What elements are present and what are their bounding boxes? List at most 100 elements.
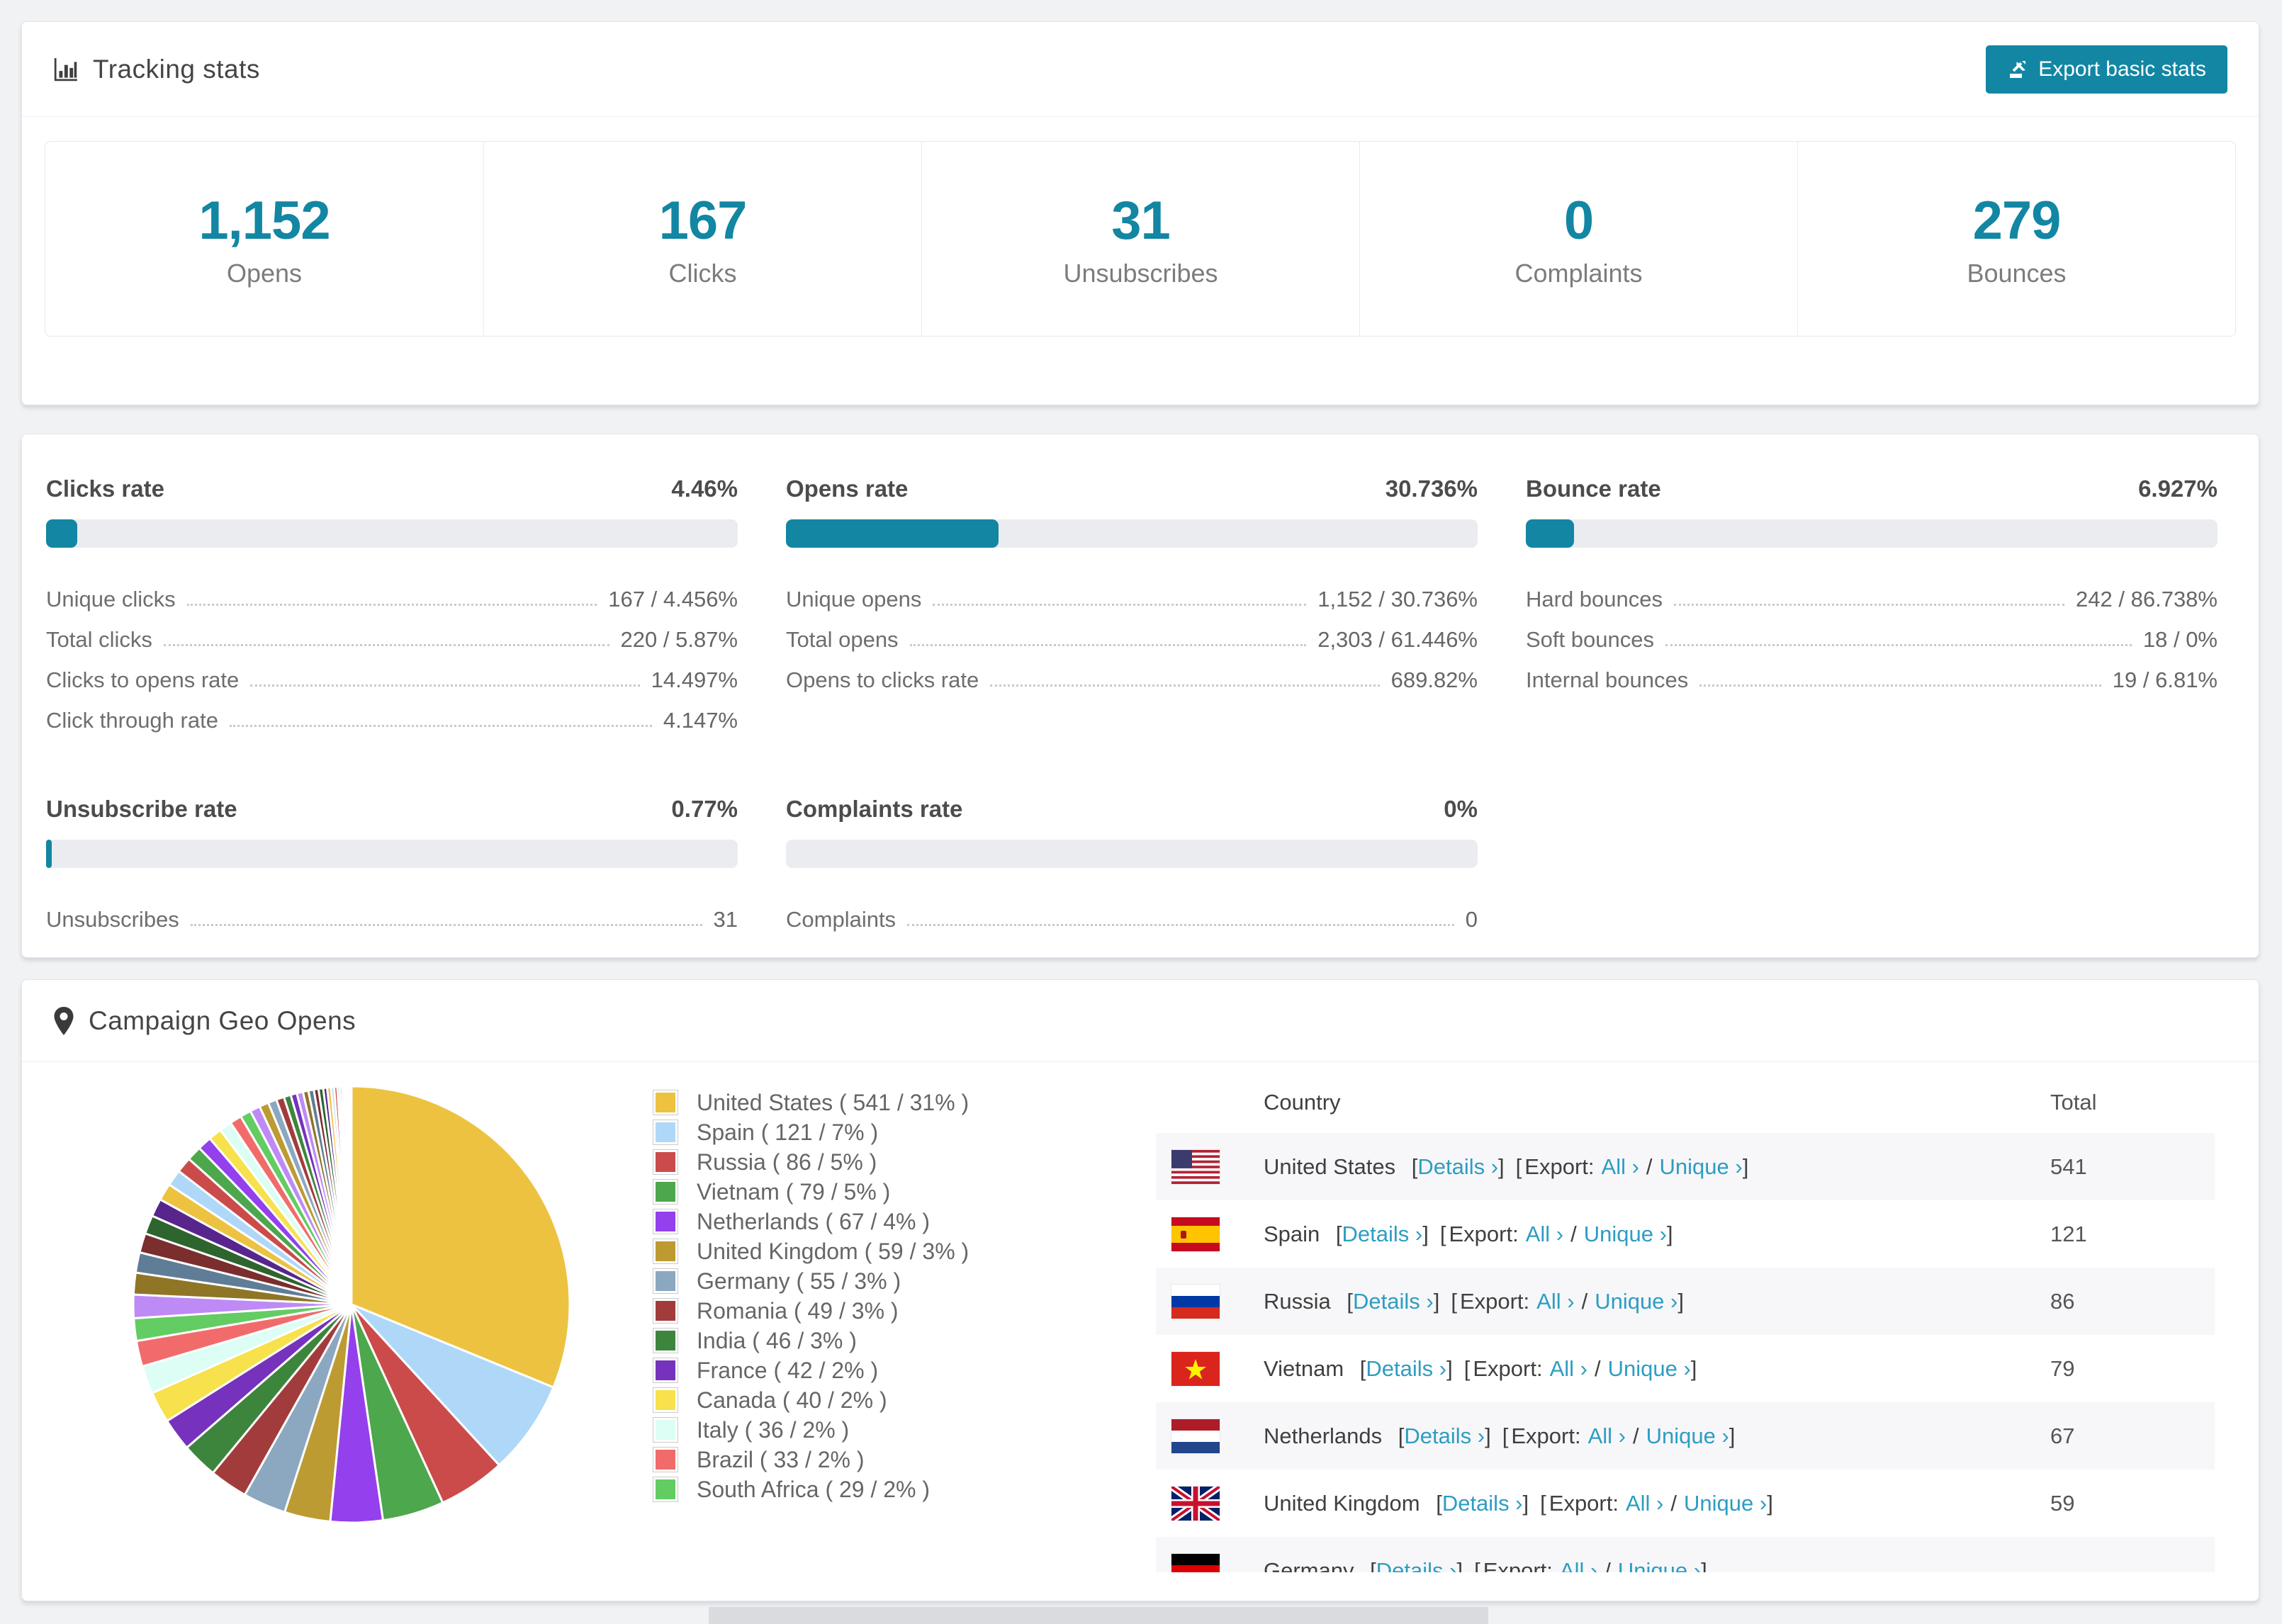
legend-item: France ( 42 / 2% ) <box>653 1357 969 1383</box>
rate-rows: Hard bounces 242 / 86.738% Soft bounces … <box>1526 572 2218 693</box>
bracket: [ <box>1335 1221 1342 1246</box>
rate-row-label: Soft bounces <box>1526 627 1654 652</box>
export-icon <box>2007 59 2028 80</box>
rates-grid: Clicks rate 4.46% Unique clicks 167 / 4.… <box>22 434 2259 932</box>
legend-item: Italy ( 36 / 2% ) <box>653 1417 969 1443</box>
bracket: ] <box>1729 1423 1736 1448</box>
rate-rows: Unsubscribes 31 <box>46 892 738 932</box>
legend-item: Brazil ( 33 / 2% ) <box>653 1447 969 1472</box>
country-name: United States <box>1264 1154 1402 1179</box>
rate-progress-bar <box>786 840 1478 868</box>
rate-progress-bar <box>46 519 738 548</box>
rate-row: Complaints 0 <box>786 892 1478 932</box>
details-link[interactable]: Details › <box>1342 1222 1423 1246</box>
stat-value: 0 <box>1563 190 1594 251</box>
rate-value: 6.927% <box>2138 475 2218 502</box>
rate-panel: Unsubscribe rate 0.77% Unsubscribes 31 <box>46 796 738 932</box>
export-unique-link[interactable]: Unique › <box>1618 1558 1701 1573</box>
rate-progress-fill <box>1526 519 1574 548</box>
legend-label: United States ( 541 / 31% ) <box>697 1089 969 1115</box>
legend-swatch <box>653 1417 678 1443</box>
pie-legend: United States ( 541 / 31% ) Spain ( 121 … <box>653 1090 969 1507</box>
export-all-link[interactable]: All › <box>1550 1356 1587 1381</box>
rate-row: Internal bounces 19 / 6.81% <box>1526 653 2218 693</box>
details-link[interactable]: Details › <box>1353 1289 1434 1314</box>
export-unique-link[interactable]: Unique › <box>1660 1154 1743 1179</box>
tracking-title: Tracking stats <box>93 54 260 84</box>
export-all-link[interactable]: All › <box>1560 1558 1597 1573</box>
bracket: ] <box>1446 1355 1453 1381</box>
rate-row: Unique opens 1,152 / 30.736% <box>786 572 1478 612</box>
export-unique-link[interactable]: Unique › <box>1584 1222 1667 1246</box>
geo-table-body: United States [Details ›][Export: All › / U… <box>1156 1133 2215 1572</box>
table-row: Russia [Details ›][Export: All › / Unique ›… <box>1156 1268 2215 1335</box>
legend-item: Spain ( 121 / 7% ) <box>653 1120 969 1145</box>
export-all-link[interactable]: All › <box>1602 1154 1639 1179</box>
stat-value: 167 <box>658 190 748 251</box>
details-link[interactable]: Details › <box>1376 1558 1457 1573</box>
country-name: Spain <box>1264 1221 1326 1246</box>
rate-panel: Opens rate 30.736% Unique opens 1,152 / … <box>786 475 1478 733</box>
export-basic-stats-button[interactable]: Export basic stats <box>1986 45 2227 94</box>
legend-item: Netherlands ( 67 / 4% ) <box>653 1209 969 1234</box>
legend-label: Romania ( 49 / 3% ) <box>697 1297 899 1324</box>
bracket: ] <box>1666 1221 1673 1246</box>
bracket: ] <box>1422 1221 1429 1246</box>
stat-label: Complaints <box>1514 258 1643 288</box>
rate-panel-header: Opens rate 30.736% <box>786 475 1478 502</box>
country-flag <box>1171 1217 1264 1251</box>
rate-value: 30.736% <box>1385 475 1478 502</box>
export-all-link[interactable]: All › <box>1536 1289 1574 1314</box>
geo-content: United States ( 541 / 31% ) Spain ( 121 … <box>22 1062 2259 1575</box>
legend-label: United Kingdom ( 59 / 3% ) <box>697 1238 969 1264</box>
legend-item: United States ( 541 / 31% ) <box>653 1090 969 1115</box>
slash-separator: / <box>1570 1221 1577 1246</box>
rate-row-value: 19 / 6.81% <box>2112 667 2218 692</box>
country-column-header: Country <box>1264 1090 1341 1115</box>
bracket: [ <box>1515 1154 1522 1179</box>
export-unique-link[interactable]: Unique › <box>1608 1356 1691 1381</box>
stat-cell: 31 Unsubscribes <box>921 142 1359 336</box>
export-all-link[interactable]: All › <box>1588 1423 1626 1448</box>
export-unique-link[interactable]: Unique › <box>1646 1423 1729 1448</box>
rate-row-value: 167 / 4.456% <box>608 587 738 611</box>
export-all-link[interactable]: All › <box>1526 1222 1563 1246</box>
slash-separator: / <box>1594 1355 1601 1381</box>
legend-swatch <box>653 1179 678 1205</box>
export-unique-link[interactable]: Unique › <box>1684 1491 1767 1516</box>
rate-row: Unsubscribes 31 <box>46 892 738 932</box>
bracket: ] <box>1677 1288 1684 1314</box>
slash-separator: / <box>1670 1490 1677 1516</box>
rate-rows: Unique opens 1,152 / 30.736% Total opens… <box>786 572 1478 693</box>
legend-label: France ( 42 / 2% ) <box>697 1357 879 1383</box>
slash-separator: / <box>1581 1288 1588 1314</box>
details-link[interactable]: Details › <box>1442 1491 1523 1516</box>
details-link[interactable]: Details › <box>1404 1423 1485 1448</box>
bracket: ] <box>1522 1490 1529 1516</box>
rate-value: 0% <box>1444 796 1478 822</box>
legend-item: Canada ( 40 / 2% ) <box>653 1387 969 1413</box>
country-cell: Germany [Details ›][Export: All › / Unique … <box>1264 1558 2050 1573</box>
export-all-link[interactable]: All › <box>1626 1491 1663 1516</box>
bracket: [ <box>1474 1557 1480 1573</box>
dotted-leader <box>933 604 1307 606</box>
export-unique-link[interactable]: Unique › <box>1595 1289 1677 1314</box>
bracket: [ <box>1540 1490 1546 1516</box>
details-link[interactable]: Details › <box>1366 1356 1446 1381</box>
geo-title-wrap: Campaign Geo Opens <box>53 1006 356 1036</box>
rate-row: Unique clicks 167 / 4.456% <box>46 572 738 612</box>
stats-summary-row: 1,152 Opens 167 Clicks 31 Unsubscribes 0… <box>45 141 2236 337</box>
total-cell: 121 <box>2050 1221 2087 1246</box>
details-link[interactable]: Details › <box>1417 1154 1498 1179</box>
rate-row-value: 220 / 5.87% <box>620 627 738 652</box>
country-flag <box>1171 1351 1264 1386</box>
country-name: Vietnam <box>1264 1355 1350 1381</box>
rates-card: Clicks rate 4.46% Unique clicks 167 / 4.… <box>21 434 2259 958</box>
legend-label: Netherlands ( 67 / 4% ) <box>697 1208 931 1234</box>
export-label: Export: <box>1473 1355 1543 1381</box>
slash-separator: / <box>1604 1557 1611 1573</box>
legend-item: United Kingdom ( 59 / 3% ) <box>653 1238 969 1264</box>
rate-row-value: 0 <box>1465 907 1478 932</box>
rate-row-label: Total clicks <box>46 627 152 652</box>
table-row: Netherlands [Details ›][Export: All › / Uni… <box>1156 1402 2215 1470</box>
